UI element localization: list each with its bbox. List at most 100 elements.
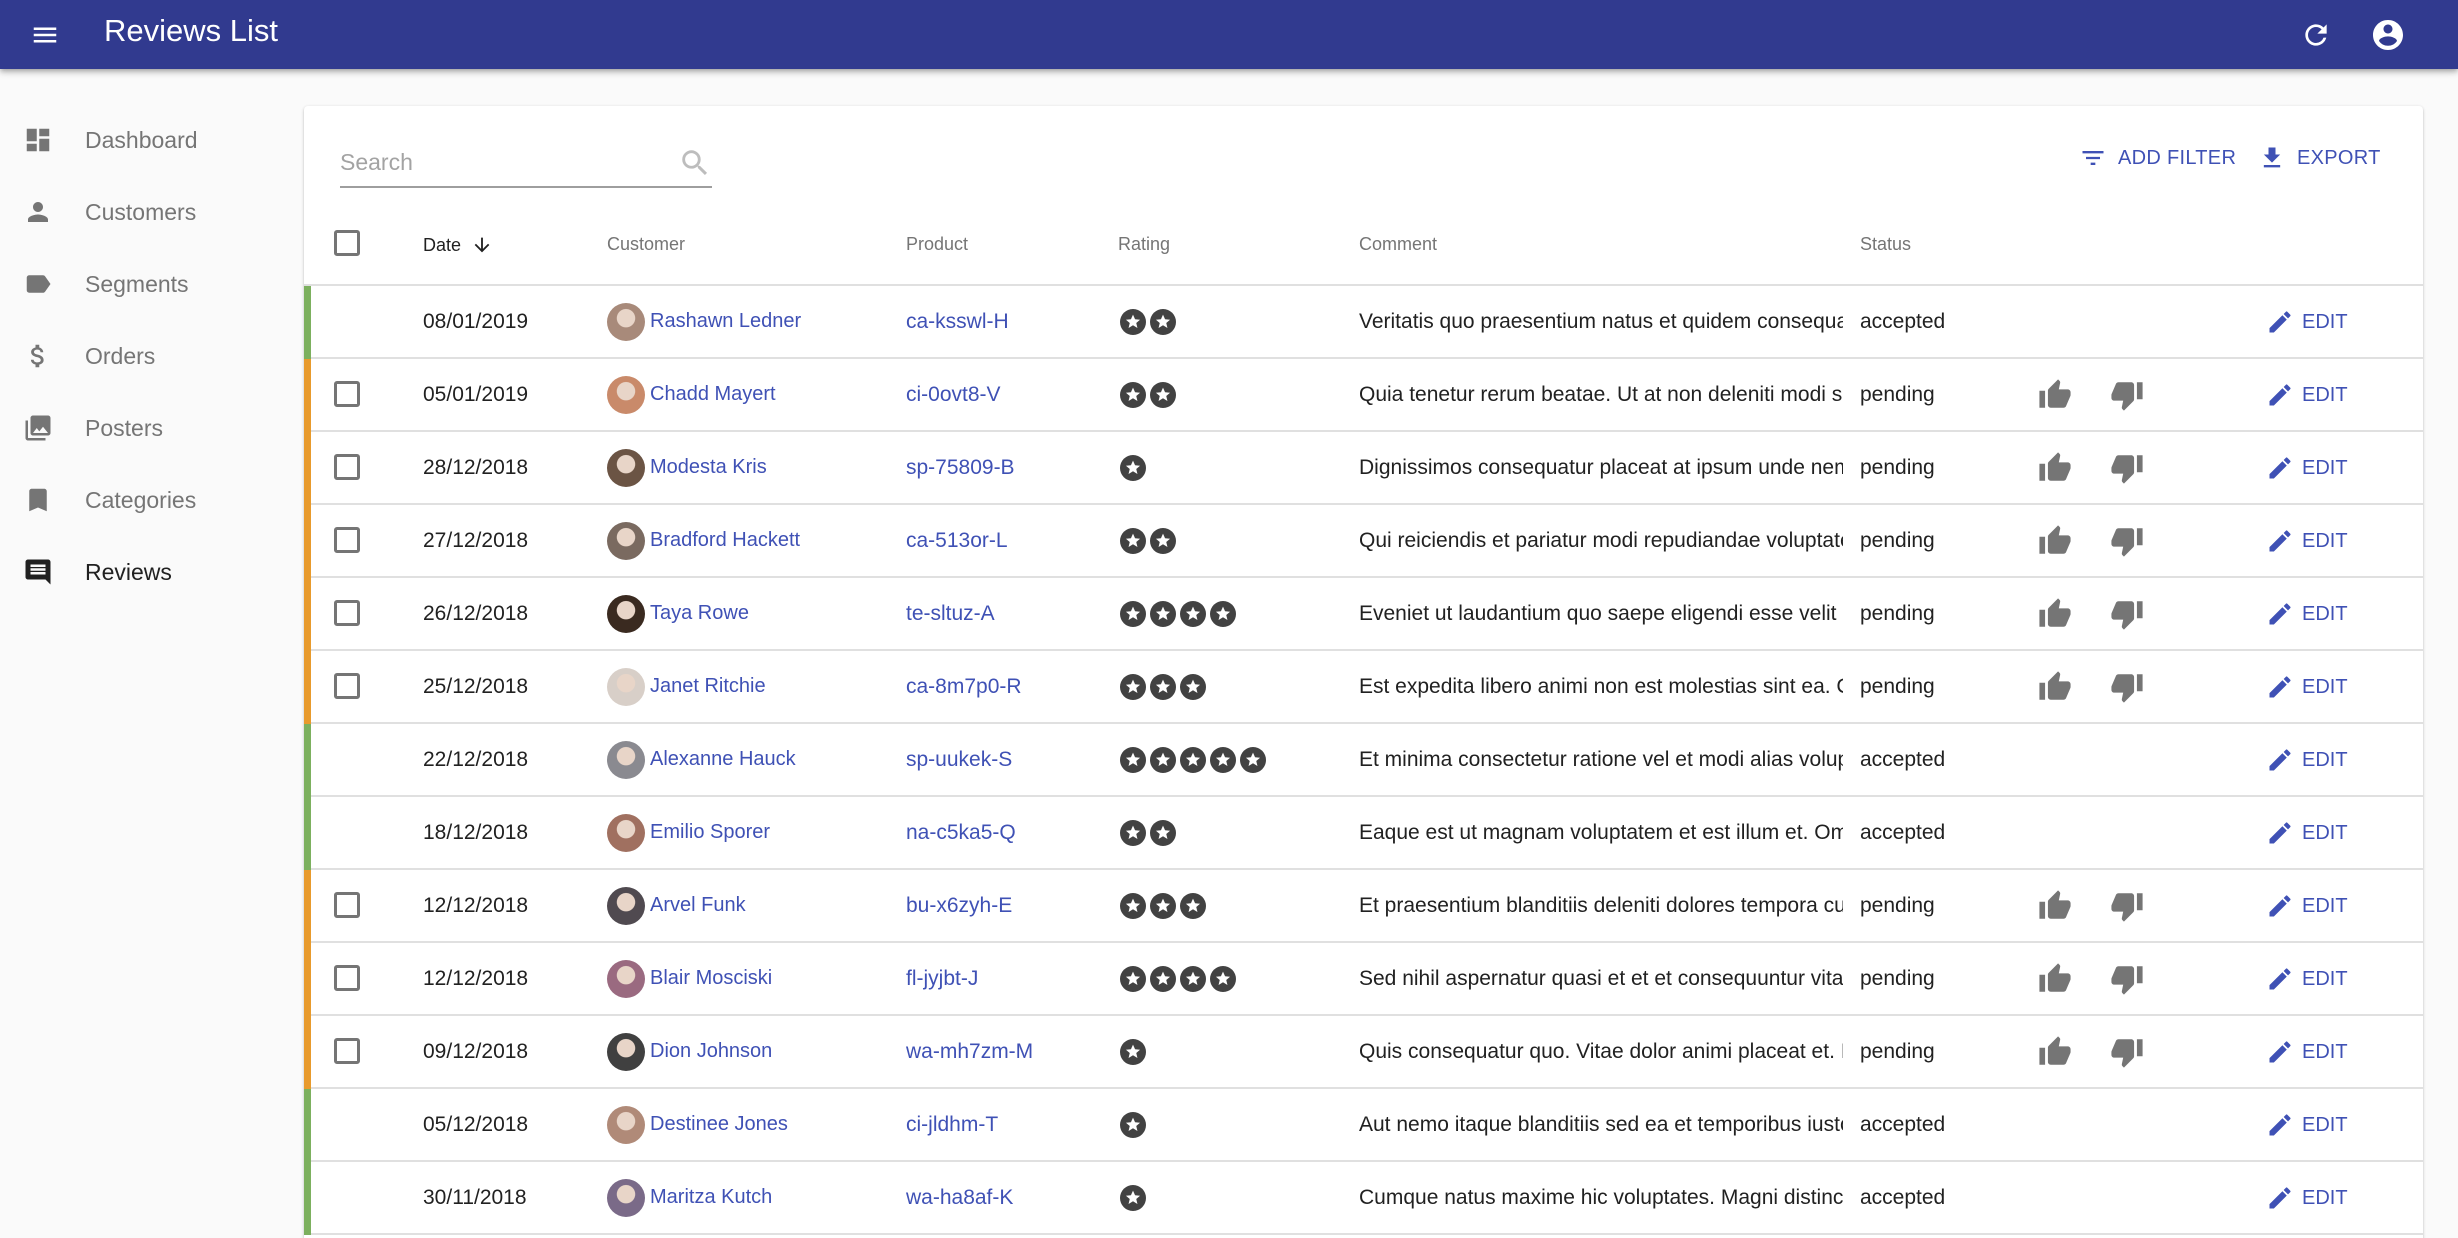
edit-button[interactable]: EDIT: [2266, 959, 2348, 999]
customer-name-link[interactable]: Janet Ritchie: [650, 675, 766, 698]
table-row[interactable]: 30/11/2018 Maritza Kutch wa-ha8af-K Cumq…: [304, 1162, 2423, 1235]
product-link[interactable]: na-c5ka5-Q: [906, 797, 1016, 868]
edit-button[interactable]: EDIT: [2266, 302, 2348, 342]
column-header-rating[interactable]: Rating: [1118, 234, 1170, 255]
customer-reference[interactable]: Destinee Jones: [607, 1089, 788, 1160]
search-input[interactable]: [340, 146, 660, 178]
product-link[interactable]: ci-0ovt8-V: [906, 359, 1001, 430]
table-row[interactable]: 08/01/2019 Rashawn Ledner ca-ksswl-H Ver…: [304, 286, 2423, 359]
column-header-comment[interactable]: Comment: [1359, 234, 1437, 255]
reject-button[interactable]: [2107, 1032, 2147, 1072]
edit-button[interactable]: EDIT: [2266, 375, 2348, 415]
product-link[interactable]: sp-75809-B: [906, 432, 1015, 503]
reject-button[interactable]: [2107, 521, 2147, 561]
edit-button[interactable]: EDIT: [2266, 1178, 2348, 1218]
reject-button[interactable]: [2107, 667, 2147, 707]
menu-button[interactable]: [24, 14, 66, 56]
table-row[interactable]: 28/12/2018 Modesta Kris sp-75809-B Digni…: [304, 432, 2423, 505]
table-row[interactable]: 05/01/2019 Chadd Mayert ci-0ovt8-V Quia …: [304, 359, 2423, 432]
accept-button[interactable]: [2035, 886, 2075, 926]
product-link[interactable]: fl-jyjbt-J: [906, 943, 978, 1014]
column-header-customer[interactable]: Customer: [607, 234, 685, 255]
column-header-product[interactable]: Product: [906, 234, 968, 255]
table-row[interactable]: 26/12/2018 Taya Rowe te-sltuz-A Eveniet …: [304, 578, 2423, 651]
edit-button[interactable]: EDIT: [2266, 1105, 2348, 1145]
table-row[interactable]: 05/12/2018 Destinee Jones ci-jldhm-T Aut…: [304, 1089, 2423, 1162]
table-row[interactable]: 25/12/2018 Janet Ritchie ca-8m7p0-R Est …: [304, 651, 2423, 724]
reject-button[interactable]: [2107, 448, 2147, 488]
customer-reference[interactable]: Janet Ritchie: [607, 651, 766, 722]
accept-button[interactable]: [2035, 667, 2075, 707]
customer-reference[interactable]: Modesta Kris: [607, 432, 767, 503]
customer-reference[interactable]: Taya Rowe: [607, 578, 749, 649]
edit-button[interactable]: EDIT: [2266, 594, 2348, 634]
customer-name-link[interactable]: Arvel Funk: [650, 894, 746, 917]
customer-name-link[interactable]: Alexanne Hauck: [650, 748, 796, 771]
customer-name-link[interactable]: Dion Johnson: [650, 1040, 772, 1063]
row-checkbox[interactable]: [334, 381, 360, 407]
product-link[interactable]: ca-ksswl-H: [906, 286, 1009, 357]
edit-button[interactable]: EDIT: [2266, 813, 2348, 853]
customer-reference[interactable]: Dion Johnson: [607, 1016, 772, 1087]
product-link[interactable]: wa-ha8af-K: [906, 1162, 1013, 1233]
row-checkbox[interactable]: [334, 965, 360, 991]
edit-button[interactable]: EDIT: [2266, 886, 2348, 926]
customer-name-link[interactable]: Blair Mosciski: [650, 967, 772, 990]
customer-name-link[interactable]: Rashawn Ledner: [650, 310, 801, 333]
edit-button[interactable]: EDIT: [2266, 521, 2348, 561]
product-link[interactable]: bu-x6zyh-E: [906, 870, 1012, 941]
customer-reference[interactable]: Emilio Sporer: [607, 797, 770, 868]
customer-reference[interactable]: Arvel Funk: [607, 870, 746, 941]
edit-button[interactable]: EDIT: [2266, 740, 2348, 780]
customer-name-link[interactable]: Chadd Mayert: [650, 383, 776, 406]
table-row[interactable]: 22/12/2018 Alexanne Hauck sp-uukek-S Et …: [304, 724, 2423, 797]
product-link[interactable]: te-sltuz-A: [906, 578, 995, 649]
row-checkbox[interactable]: [334, 454, 360, 480]
row-checkbox[interactable]: [334, 892, 360, 918]
customer-name-link[interactable]: Taya Rowe: [650, 602, 749, 625]
table-row[interactable]: 27/12/2018 Bradford Hackett ca-513or-L Q…: [304, 505, 2423, 578]
accept-button[interactable]: [2035, 594, 2075, 634]
row-checkbox[interactable]: [334, 527, 360, 553]
customer-name-link[interactable]: Modesta Kris: [650, 456, 767, 479]
sidebar-item-categories[interactable]: Categories: [0, 470, 300, 530]
customer-reference[interactable]: Blair Mosciski: [607, 943, 772, 1014]
column-header-date[interactable]: Date: [423, 234, 493, 256]
edit-button[interactable]: EDIT: [2266, 667, 2348, 707]
customer-reference[interactable]: Maritza Kutch: [607, 1162, 772, 1233]
reject-button[interactable]: [2107, 886, 2147, 926]
accept-button[interactable]: [2035, 375, 2075, 415]
row-checkbox[interactable]: [334, 1038, 360, 1064]
row-checkbox[interactable]: [334, 600, 360, 626]
add-filter-button[interactable]: ADD FILTER: [2078, 136, 2236, 180]
refresh-button[interactable]: [2295, 14, 2337, 56]
accept-button[interactable]: [2035, 521, 2075, 561]
customer-name-link[interactable]: Destinee Jones: [650, 1113, 788, 1136]
customer-name-link[interactable]: Emilio Sporer: [650, 821, 770, 844]
accept-button[interactable]: [2035, 448, 2075, 488]
product-link[interactable]: sp-uukek-S: [906, 724, 1012, 795]
customer-reference[interactable]: Chadd Mayert: [607, 359, 776, 430]
customer-name-link[interactable]: Maritza Kutch: [650, 1186, 772, 1209]
table-row[interactable]: 12/12/2018 Blair Mosciski fl-jyjbt-J Sed…: [304, 943, 2423, 1016]
sidebar-item-orders[interactable]: Orders: [0, 326, 300, 386]
customer-name-link[interactable]: Bradford Hackett: [650, 529, 800, 552]
search-field[interactable]: [340, 136, 712, 188]
edit-button[interactable]: EDIT: [2266, 1032, 2348, 1072]
customer-reference[interactable]: Rashawn Ledner: [607, 286, 801, 357]
row-checkbox[interactable]: [334, 673, 360, 699]
column-header-status[interactable]: Status: [1860, 234, 1911, 255]
sidebar-item-dashboard[interactable]: Dashboard: [0, 110, 300, 170]
sidebar-item-customers[interactable]: Customers: [0, 182, 300, 242]
accept-button[interactable]: [2035, 959, 2075, 999]
table-row[interactable]: 18/12/2018 Emilio Sporer na-c5ka5-Q Eaqu…: [304, 797, 2423, 870]
select-all-checkbox[interactable]: [334, 230, 360, 256]
sidebar-item-posters[interactable]: Posters: [0, 398, 300, 458]
edit-button[interactable]: EDIT: [2266, 448, 2348, 488]
product-link[interactable]: ca-513or-L: [906, 505, 1008, 576]
product-link[interactable]: wa-mh7zm-M: [906, 1016, 1033, 1087]
product-link[interactable]: ci-jldhm-T: [906, 1089, 998, 1160]
reject-button[interactable]: [2107, 375, 2147, 415]
table-row[interactable]: 12/12/2018 Arvel Funk bu-x6zyh-E Et prae…: [304, 870, 2423, 943]
account-button[interactable]: [2367, 14, 2409, 56]
